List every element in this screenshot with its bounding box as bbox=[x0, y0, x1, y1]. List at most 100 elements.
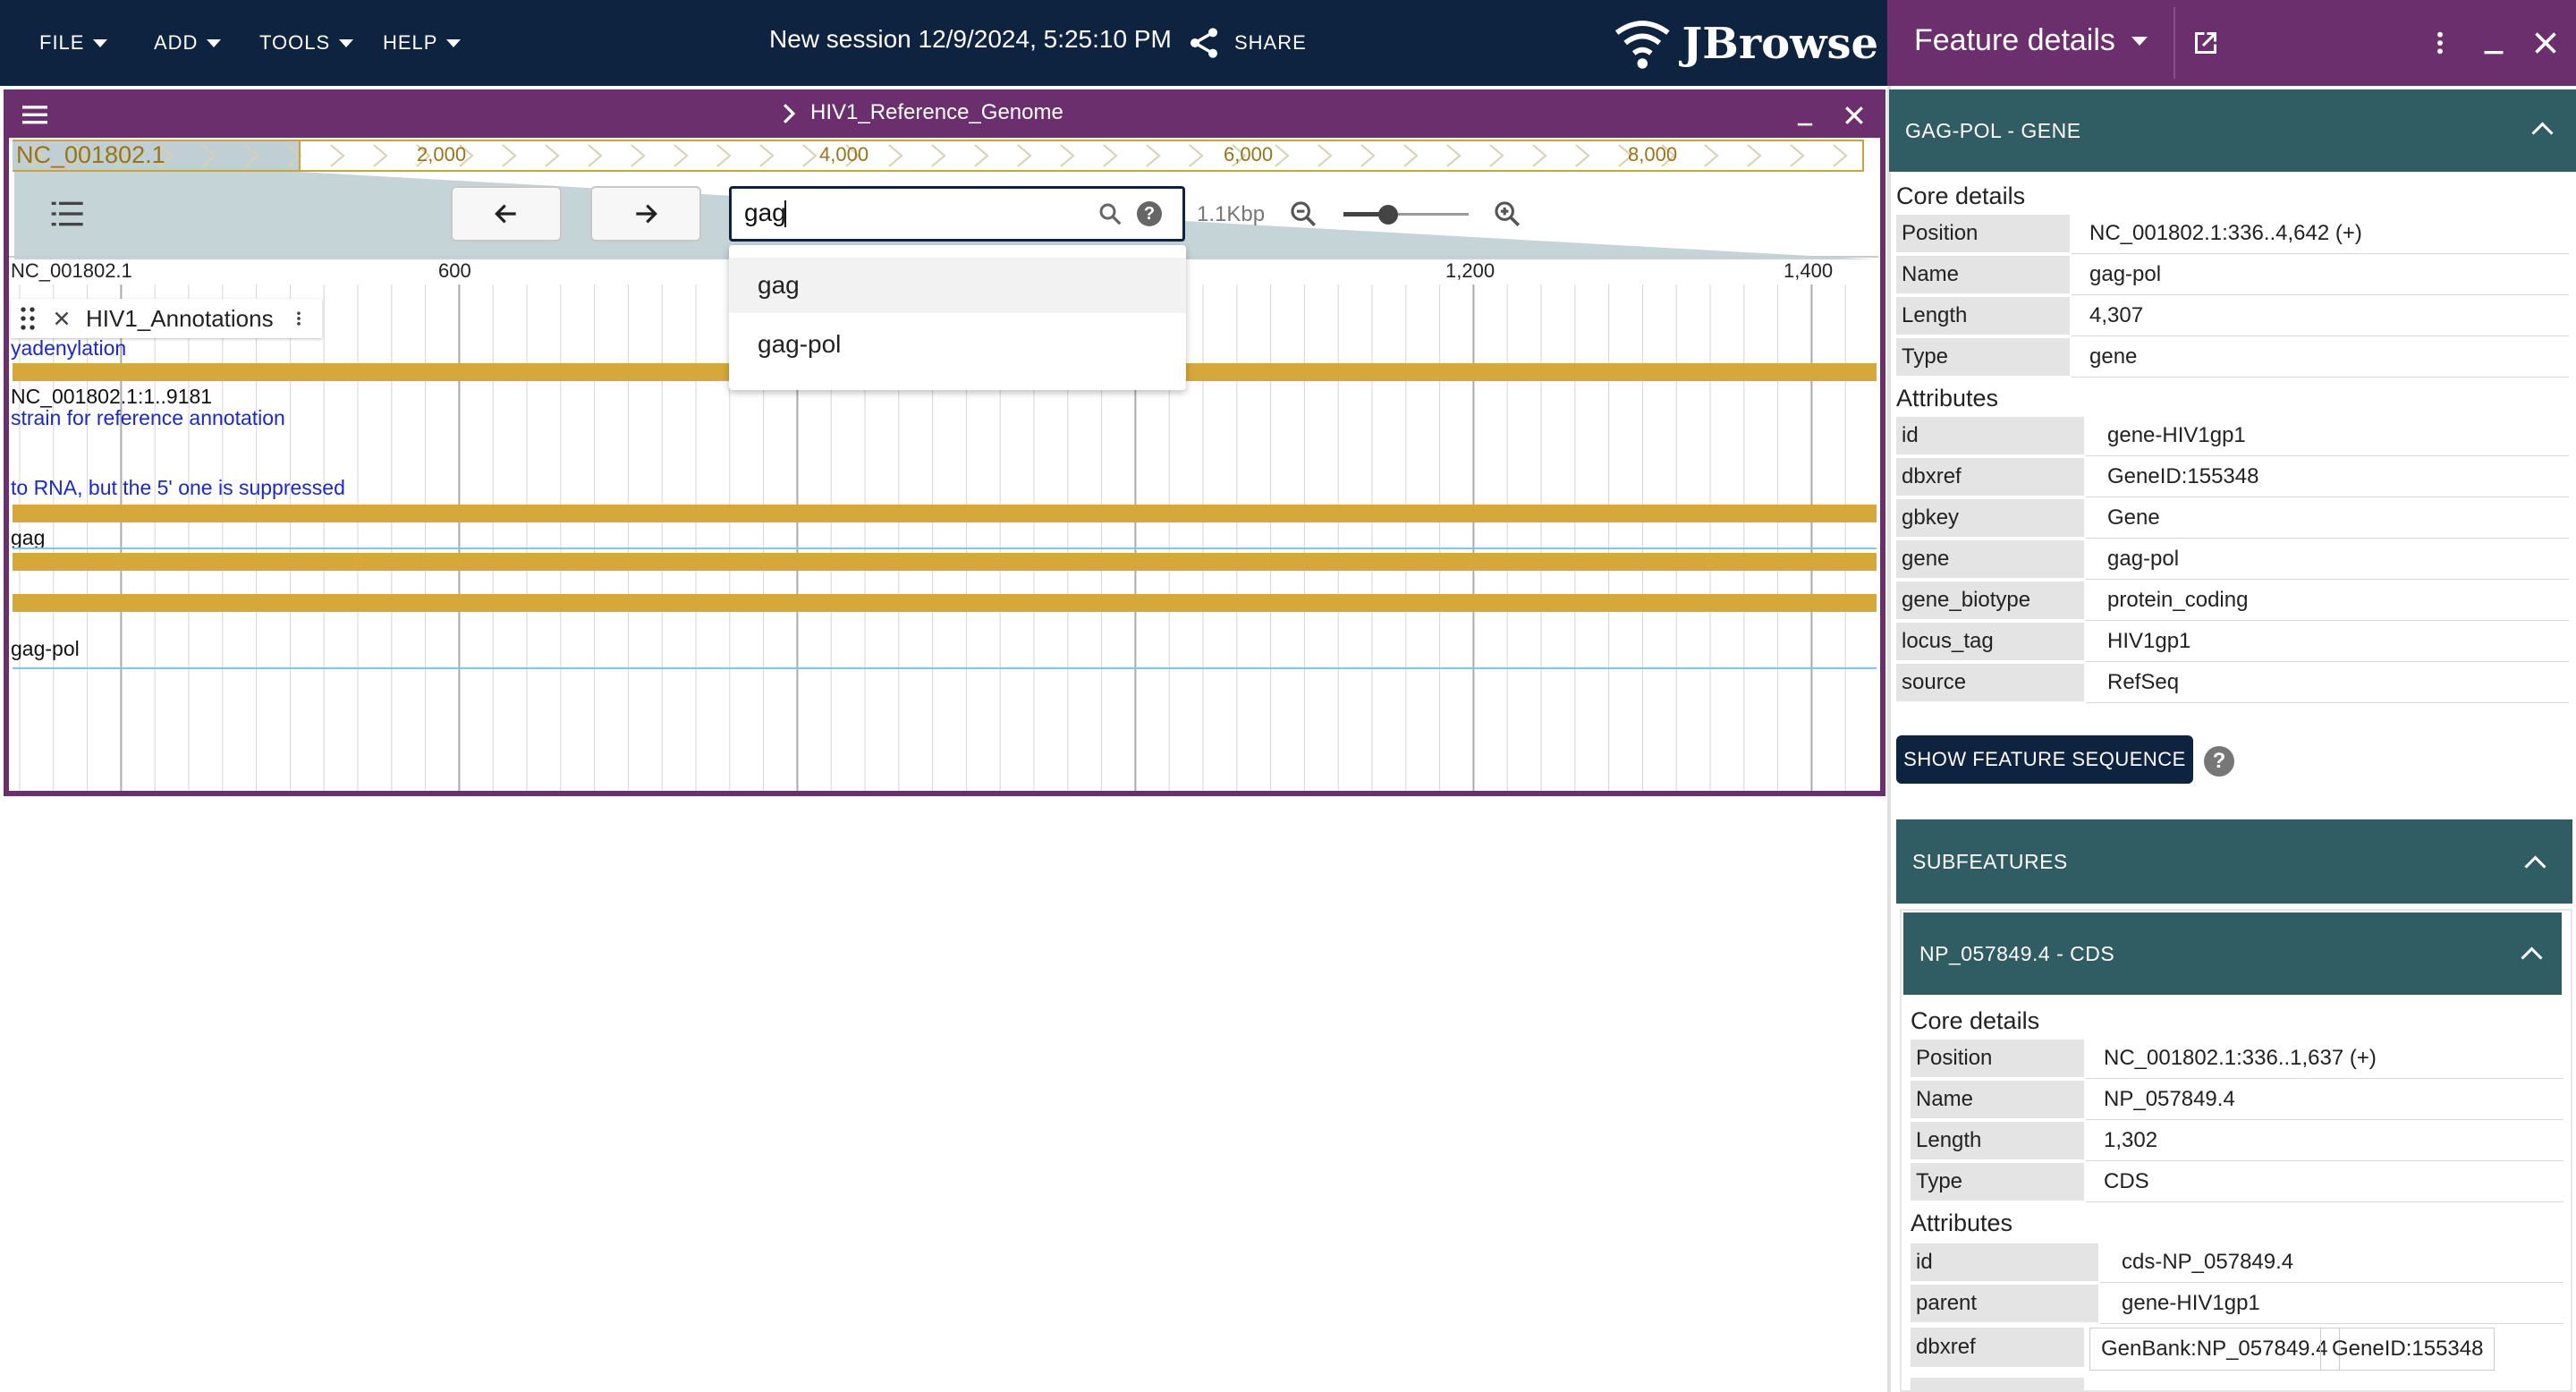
kv-row: dbxref GeneID:155348 bbox=[1896, 458, 2569, 497]
kv-row: Type CDS bbox=[1911, 1163, 2563, 1202]
menu-add[interactable]: ADD bbox=[154, 25, 222, 61]
chevron-right-icon bbox=[783, 104, 796, 123]
detail-value: 1,302 bbox=[2104, 1128, 2158, 1152]
session-title[interactable]: New session 12/9/2024, 5:25:10 PM bbox=[769, 25, 1172, 54]
location-search-value: gag bbox=[744, 199, 786, 226]
search-result-item[interactable]: gag-pol bbox=[729, 317, 1186, 372]
detail-value: gene-HIV1gp1 bbox=[2107, 423, 2246, 447]
show-feature-sequence-button[interactable]: SHOW FEATURE SEQUENCE bbox=[1896, 735, 2193, 784]
collapse-icon bbox=[2521, 946, 2543, 969]
kv-row: parent gene-HIV1gp1 bbox=[1911, 1285, 2563, 1324]
close-view-icon[interactable] bbox=[1841, 102, 1868, 129]
overview-tick: 4,000 bbox=[819, 143, 869, 166]
overview-chevron bbox=[888, 144, 903, 167]
search-icon[interactable] bbox=[1097, 200, 1123, 227]
overview-chevron bbox=[1360, 144, 1376, 167]
overview-tick: 2,000 bbox=[417, 143, 467, 166]
kv-row: Position NC_001802.1:336..1,637 (+) bbox=[1911, 1040, 2563, 1079]
feature-bar[interactable] bbox=[13, 505, 1877, 522]
view-title[interactable]: HIV1_Reference_Genome bbox=[810, 100, 1063, 125]
logo-text: JBrowse bbox=[1682, 19, 1878, 69]
overview-chevron bbox=[1103, 144, 1118, 167]
track-selector-icon[interactable] bbox=[50, 199, 86, 229]
track-label[interactable]: HIV1_Annotations bbox=[11, 299, 322, 338]
feature-section-header[interactable]: GAG-POL - GENE bbox=[1889, 89, 2576, 172]
attribute-key: dbxref bbox=[1911, 1328, 2084, 1367]
detail-value: Gene bbox=[2107, 505, 2160, 530]
more-vert-icon[interactable] bbox=[2426, 27, 2454, 59]
scroll-left-button[interactable] bbox=[451, 186, 562, 242]
detail-value: GeneID:155348 bbox=[2107, 464, 2259, 488]
row-divider bbox=[2086, 702, 2569, 703]
overview-chevron bbox=[1575, 144, 1590, 167]
overview-chevron bbox=[631, 144, 646, 167]
overview-chevron bbox=[1403, 144, 1419, 167]
kv-row: locus_tag HIV1gp1 bbox=[1896, 623, 2569, 662]
share-button[interactable]: SHARE bbox=[1186, 20, 1311, 66]
kv-row: Length 4,307 bbox=[1896, 297, 2569, 336]
row-divider bbox=[2100, 1282, 2563, 1283]
feature-bar-gag-pol[interactable] bbox=[13, 594, 1877, 612]
help-icon[interactable]: ? bbox=[2204, 746, 2234, 777]
close-track-icon[interactable] bbox=[50, 307, 73, 330]
detail-key: locus_tag bbox=[1896, 623, 2084, 660]
menu-help[interactable]: HELP bbox=[383, 25, 462, 61]
detail-key: Length bbox=[1896, 297, 2070, 335]
view-menu-icon[interactable] bbox=[20, 102, 50, 127]
overview-refname: NC_001802.1 bbox=[16, 141, 165, 168]
detail-key: Name bbox=[1896, 256, 2070, 293]
detail-key: Length bbox=[1911, 1122, 2084, 1159]
overview-tick: 6,000 bbox=[1224, 143, 1274, 166]
collapse-icon bbox=[2531, 122, 2554, 144]
row-divider bbox=[2072, 253, 2569, 254]
overview-chevron bbox=[330, 144, 345, 167]
kv-row: id gene-HIV1gp1 bbox=[1896, 417, 2569, 456]
overview-chevron bbox=[1446, 144, 1462, 167]
zoom-slider-thumb[interactable] bbox=[1378, 205, 1398, 225]
menu-tools[interactable]: TOOLS bbox=[259, 25, 354, 61]
drawer-widget-select[interactable]: Feature details bbox=[1914, 23, 2148, 58]
row-divider bbox=[2072, 335, 2569, 336]
text-cursor bbox=[784, 200, 786, 227]
drag-handle-icon[interactable] bbox=[18, 305, 38, 332]
detail-key: parent bbox=[1911, 1285, 2098, 1322]
kv-row: Name NP_057849.4 bbox=[1911, 1081, 2563, 1120]
detail-key: gbkey bbox=[1896, 499, 2084, 537]
detail-value: gag-pol bbox=[2089, 262, 2162, 286]
detail-key: id bbox=[1911, 1243, 2098, 1281]
track-menu-icon[interactable] bbox=[290, 305, 308, 332]
subfeature-header[interactable]: NP_057849.4 - CDS bbox=[1903, 912, 2562, 995]
menu-file[interactable]: FILE bbox=[39, 25, 108, 61]
feature-bar-gag[interactable] bbox=[13, 553, 1877, 571]
feature-description: strain for reference annotation bbox=[11, 406, 285, 429]
detail-key: dbxref bbox=[1896, 458, 2084, 496]
attribute-key bbox=[1911, 1378, 2084, 1392]
zoom-in-icon[interactable] bbox=[1492, 199, 1522, 229]
scroll-right-button[interactable] bbox=[590, 186, 701, 242]
row-divider bbox=[2086, 579, 2569, 580]
help-icon[interactable]: ? bbox=[1137, 201, 1162, 226]
minimize-icon[interactable] bbox=[2478, 27, 2510, 59]
detail-key: id bbox=[1896, 417, 2084, 454]
overview-chevron bbox=[1189, 144, 1204, 167]
overview-chevron bbox=[1017, 144, 1032, 167]
subfeatures-header[interactable]: SUBFEATURES bbox=[1896, 819, 2572, 904]
overview-chevron bbox=[588, 144, 603, 167]
overview-chevron bbox=[201, 144, 216, 167]
core-details-title: Core details bbox=[1911, 1007, 2040, 1034]
minimize-view-icon[interactable] bbox=[1792, 106, 1818, 131]
detail-key: Type bbox=[1911, 1163, 2084, 1201]
detail-value: RefSeq bbox=[2107, 670, 2180, 694]
overview-chevron bbox=[373, 144, 388, 167]
detail-key: source bbox=[1896, 664, 2084, 701]
core-details-title: Core details bbox=[1896, 182, 2026, 209]
popout-icon[interactable] bbox=[2190, 27, 2222, 59]
close-drawer-icon[interactable] bbox=[2529, 27, 2562, 59]
zoom-out-icon[interactable] bbox=[1288, 199, 1318, 229]
search-result-item[interactable]: gag bbox=[729, 258, 1186, 313]
drawer-border[interactable] bbox=[1887, 86, 1891, 1392]
ruler-tick: 1,200 bbox=[1445, 259, 1496, 282]
row-divider bbox=[2086, 1119, 2563, 1120]
overview-chevron bbox=[974, 144, 989, 167]
share-label: SHARE bbox=[1234, 31, 1307, 54]
